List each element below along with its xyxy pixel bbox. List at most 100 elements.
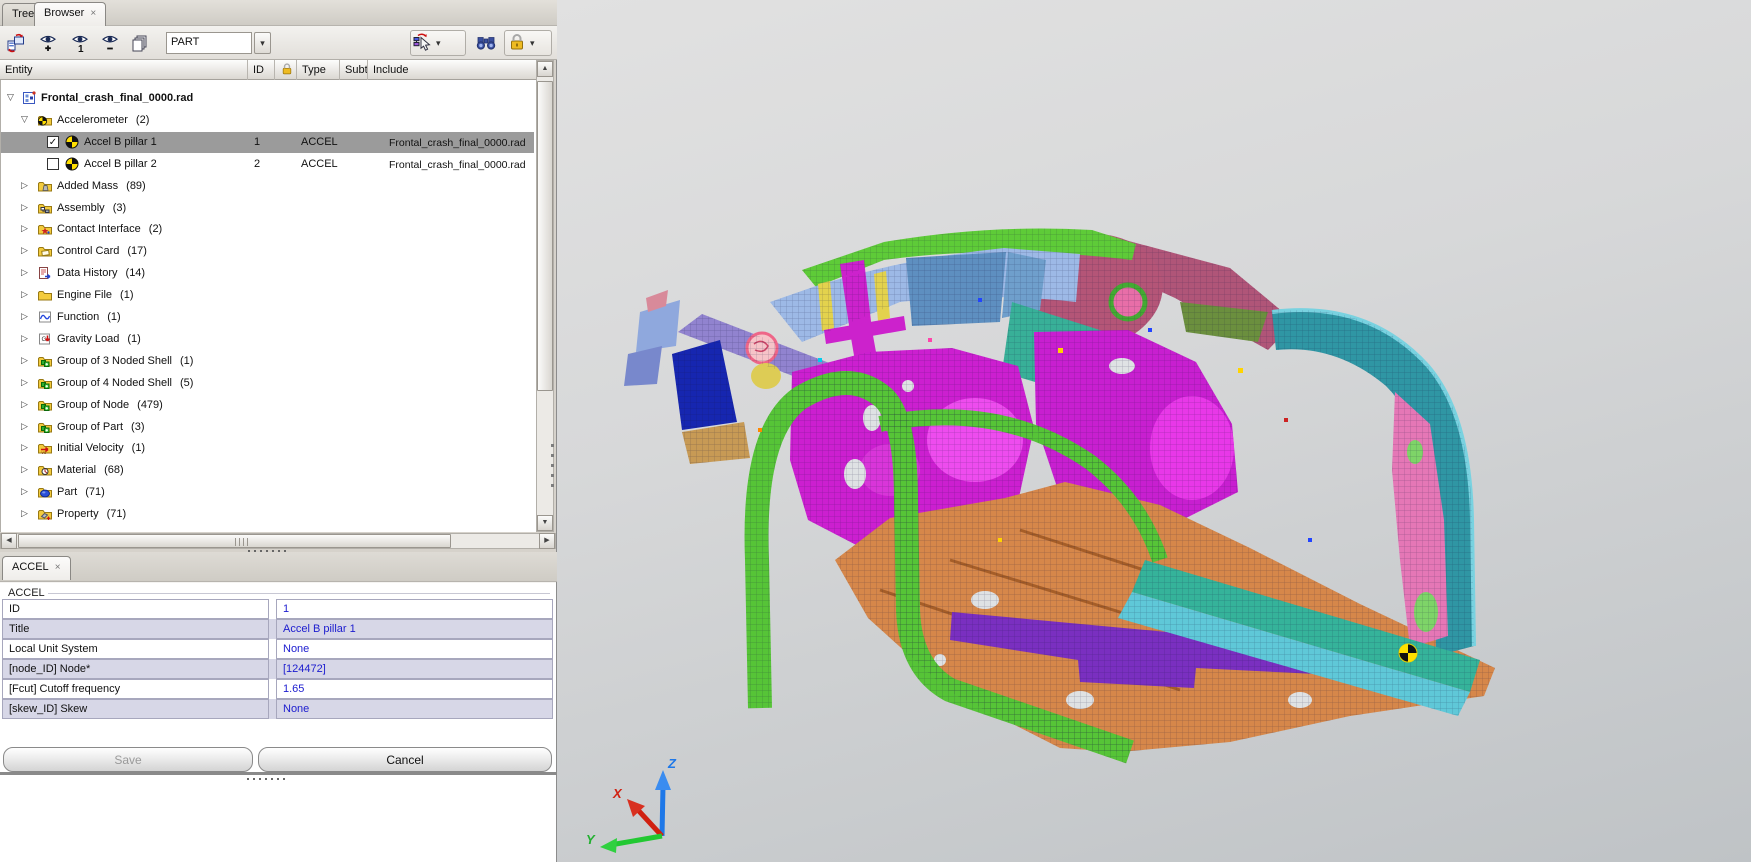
viewport-3d[interactable]: Z X Y <box>551 0 1751 862</box>
scroll-up-icon[interactable]: ▲ <box>537 61 553 77</box>
tab-tree-label: Tree <box>12 8 35 20</box>
property-value[interactable]: None <box>276 639 553 659</box>
tree-row[interactable]: ▷ vo Initial Velocity (1) <box>1 438 536 459</box>
viewport-splitter-handle[interactable] <box>551 444 554 487</box>
browser-config-icon[interactable] <box>4 31 28 55</box>
tree-row[interactable]: ▷ G Gravity Load (1) <box>1 329 536 350</box>
expand-toggle-icon[interactable]: ▷ <box>21 464 28 475</box>
tab-browser[interactable]: Browser × <box>34 2 107 26</box>
tree-row[interactable]: ▷ Group of Node (479) <box>1 395 536 416</box>
vertical-scroll-thumb[interactable] <box>537 81 553 391</box>
card-tabbar: ACCEL × <box>0 552 557 582</box>
tree-row[interactable]: ▷ Data History (14) <box>1 263 536 284</box>
find-icon[interactable] <box>474 31 498 55</box>
show-icon[interactable] <box>36 31 60 55</box>
column-lock[interactable] <box>275 60 297 80</box>
tree-row[interactable]: ▽ Frontal_crash_final_0000.rad <box>1 88 536 109</box>
expand-toggle-icon[interactable]: ▷ <box>21 333 28 344</box>
column-id[interactable]: ID <box>248 60 275 80</box>
scroll-left-icon[interactable]: ◀ <box>1 533 17 549</box>
hide-icon[interactable] <box>98 31 122 55</box>
entity-count: (3) <box>131 421 145 433</box>
expand-toggle-icon[interactable]: ▷ <box>21 421 28 432</box>
tree-row[interactable]: ▷ Property (71) <box>1 504 536 525</box>
collapse-toggle-icon[interactable]: ▽ <box>7 92 14 103</box>
expand-toggle-icon[interactable]: ▷ <box>21 355 28 366</box>
entity-count: (2) <box>148 223 163 235</box>
column-subtype[interactable]: Subtype <box>340 60 368 80</box>
entity-type: ACCEL <box>301 136 338 148</box>
tree-row[interactable]: ▷ Group of 3 Noded Shell (1) <box>1 351 536 372</box>
tree-row[interactable]: ▷ Group of 4 Noded Shell (5) <box>1 373 536 394</box>
expand-toggle-icon[interactable]: ▷ <box>21 486 28 497</box>
column-type[interactable]: Type <box>297 60 340 80</box>
card-group-title: ACCEL <box>8 587 45 599</box>
property-label: ID <box>2 599 269 619</box>
expand-toggle-icon[interactable]: ▷ <box>21 399 28 410</box>
property-label: [node_ID] Node* <box>2 659 269 679</box>
tab-accel-card[interactable]: ACCEL × <box>2 556 71 580</box>
tree-row[interactable]: ▷ Control Card (17) <box>1 241 536 262</box>
save-button[interactable]: Save <box>3 747 253 772</box>
selector-tool-icon[interactable] <box>413 32 433 55</box>
tree-row[interactable]: ✓ Accel B pillar 1 1 ACCEL Frontal_crash_fin… <box>1 132 536 153</box>
tree-row[interactable]: ▷ Function (1) <box>1 307 536 328</box>
expand-toggle-icon[interactable]: ▷ <box>21 245 28 256</box>
browser-toolbar: 1 PART ▾ ▾ ▾ <box>0 26 557 60</box>
card-splitter-handle[interactable] <box>247 778 285 780</box>
model-icon <box>21 90 37 106</box>
collector-stack-icon[interactable] <box>128 31 152 55</box>
tree-row-label: Accel B pillar 2 <box>84 158 157 170</box>
property-value[interactable]: 1 <box>276 599 553 619</box>
column-entity[interactable]: Entity <box>0 60 248 80</box>
visibility-checkbox[interactable]: ✓ <box>47 136 59 148</box>
entity-filter-value[interactable]: PART <box>166 32 252 54</box>
cancel-button[interactable]: Cancel <box>258 747 552 772</box>
car-model[interactable] <box>557 0 1751 862</box>
tree-row[interactable]: ▷ Material (68) <box>1 460 536 481</box>
tree-row[interactable]: ▷ Engine File (1) <box>1 285 536 306</box>
added-mass-icon <box>37 178 53 194</box>
contact-interface-icon <box>37 221 53 237</box>
tree-row[interactable]: ▷ Part (71) <box>1 482 536 503</box>
property-value[interactable]: 1.65 <box>276 679 553 699</box>
collapse-toggle-icon[interactable]: ▽ <box>21 114 28 125</box>
tree-row[interactable]: Accel B pillar 2 2 ACCEL Frontal_crash_fina… <box>1 154 536 175</box>
property-value[interactable]: [124472] <box>276 659 553 679</box>
fe-model-canvas[interactable]: Z X Y <box>557 0 1751 862</box>
expand-toggle-icon[interactable]: ▷ <box>21 180 28 191</box>
tree-horizontal-scrollbar[interactable]: ◀ ▶ <box>0 533 556 549</box>
visibility-checkbox[interactable] <box>47 158 59 170</box>
column-include[interactable]: Include <box>368 60 536 80</box>
accel-property-card: ACCEL ID 1 Title Accel B pillar 1 Local Unit… <box>0 582 556 772</box>
scroll-down-icon[interactable]: ▼ <box>537 515 553 531</box>
tree-row[interactable]: ▷ Assembly (3) <box>1 198 536 219</box>
expand-toggle-icon[interactable]: ▷ <box>21 289 28 300</box>
tree-row[interactable]: ▽ Accelerometer (2) <box>1 110 536 131</box>
expand-toggle-icon[interactable]: ▷ <box>21 267 28 278</box>
part-icon <box>37 484 53 500</box>
tree-row-label: Control Card (17) <box>57 245 147 257</box>
expand-toggle-icon[interactable]: ▷ <box>21 442 28 453</box>
expand-toggle-icon[interactable]: ▷ <box>21 377 28 388</box>
property-value[interactable]: None <box>276 699 553 719</box>
tree-row[interactable]: ▷ Group of Part (3) <box>1 417 536 438</box>
selector-dropdown-icon[interactable]: ▾ <box>433 38 444 49</box>
scroll-right-icon[interactable]: ▶ <box>539 533 555 549</box>
horizontal-scroll-thumb[interactable] <box>18 534 451 548</box>
expand-toggle-icon[interactable]: ▷ <box>21 202 28 213</box>
expand-toggle-icon[interactable]: ▷ <box>21 508 28 519</box>
tree-row[interactable]: ▷ Added Mass (89) <box>1 176 536 197</box>
lock-icon[interactable] <box>507 32 527 55</box>
property-value[interactable]: Accel B pillar 1 <box>276 619 553 639</box>
close-icon[interactable]: × <box>90 8 96 19</box>
entity-filter-dropdown[interactable]: ▾ <box>254 32 271 54</box>
isolate-icon[interactable]: 1 <box>68 31 92 55</box>
accelerometer-marker[interactable] <box>1398 643 1418 663</box>
entity-count: (5) <box>179 377 194 389</box>
expand-toggle-icon[interactable]: ▷ <box>21 223 28 234</box>
close-icon[interactable]: × <box>55 562 61 573</box>
tree-row[interactable]: ▷ Contact Interface (2) <box>1 219 536 240</box>
lock-dropdown-icon[interactable]: ▾ <box>527 38 538 49</box>
expand-toggle-icon[interactable]: ▷ <box>21 311 28 322</box>
